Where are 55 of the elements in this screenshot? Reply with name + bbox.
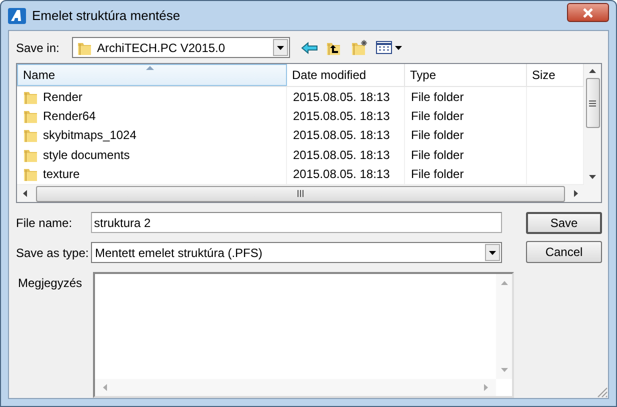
- file-type: File folder: [411, 128, 464, 142]
- column-header[interactable]: Name: [17, 64, 287, 86]
- location-dropdown[interactable]: ArchiTECH.PC V2015.0: [72, 37, 290, 58]
- scroll-up-icon: [500, 281, 508, 285]
- file-type: File folder: [411, 90, 464, 104]
- vertical-scrollbar[interactable]: [584, 64, 601, 202]
- horizontal-scrollbar[interactable]: [17, 184, 584, 202]
- file-name[interactable]: texture: [43, 167, 80, 182]
- file-type: File folder: [411, 148, 464, 162]
- scroll-right-icon: [574, 190, 578, 197]
- file-name[interactable]: Render64: [43, 109, 96, 124]
- close-button[interactable]: [567, 3, 609, 22]
- file-name-label: File name:: [16, 216, 74, 230]
- window-title: Emelet struktúra mentése: [32, 8, 180, 23]
- grip-icon: [589, 100, 596, 106]
- file-name[interactable]: Render: [43, 90, 82, 104]
- scroll-down-icon: [589, 175, 596, 179]
- dropdown-arrow-icon: [489, 250, 496, 254]
- save-in-label: Save in:: [16, 40, 60, 54]
- view-menu-icon[interactable]: [376, 40, 402, 54]
- scroll-left-icon: [23, 190, 27, 197]
- date-modified: 2015.08.05. 18:13: [293, 109, 390, 124]
- date-modified: 2015.08.05. 18:13: [293, 90, 390, 104]
- resize-grip-icon: [597, 387, 608, 398]
- sort-arrow-icon: [146, 66, 154, 70]
- save-button[interactable]: Save: [526, 212, 602, 234]
- folder-icon: [23, 166, 39, 182]
- file-type-dropdown[interactable]: Mentett emelet struktúra (.PFS): [91, 242, 502, 263]
- new-folder-icon[interactable]: [351, 40, 369, 56]
- file-name-field[interactable]: struktura 2: [91, 212, 502, 233]
- file-list[interactable]: [16, 63, 602, 203]
- scroll-left-icon: [103, 384, 107, 391]
- note-text-area[interactable]: [93, 272, 514, 398]
- app-logo-icon: [8, 8, 26, 24]
- note-label: Megjegyzés: [17, 276, 84, 290]
- file-name[interactable]: skybitmaps_1024: [43, 128, 136, 142]
- date-modified: 2015.08.05. 18:13: [293, 128, 390, 142]
- scroll-down-icon: [500, 368, 508, 372]
- close-icon: [582, 8, 594, 18]
- scroll-up-icon: [589, 69, 596, 73]
- date-modified: 2015.08.05. 18:13: [293, 148, 390, 162]
- scrollbar-thumb[interactable]: [36, 186, 565, 202]
- folder-icon: [23, 127, 39, 144]
- file-type: File folder: [411, 109, 464, 124]
- scrollbar-thumb[interactable]: [586, 78, 600, 128]
- scroll-right-icon: [484, 384, 488, 391]
- folder-icon: [23, 108, 39, 124]
- back-arrow-icon[interactable]: [301, 40, 319, 54]
- dropdown-arrow-icon: [277, 46, 284, 50]
- grip-icon: [297, 190, 304, 197]
- save-as-type-label: Save as type:: [16, 246, 90, 260]
- file-type: File folder: [411, 167, 464, 182]
- date-modified: 2015.08.05. 18:13: [293, 167, 390, 182]
- cancel-button[interactable]: Cancel: [526, 241, 602, 263]
- file-name[interactable]: style documents: [43, 148, 130, 162]
